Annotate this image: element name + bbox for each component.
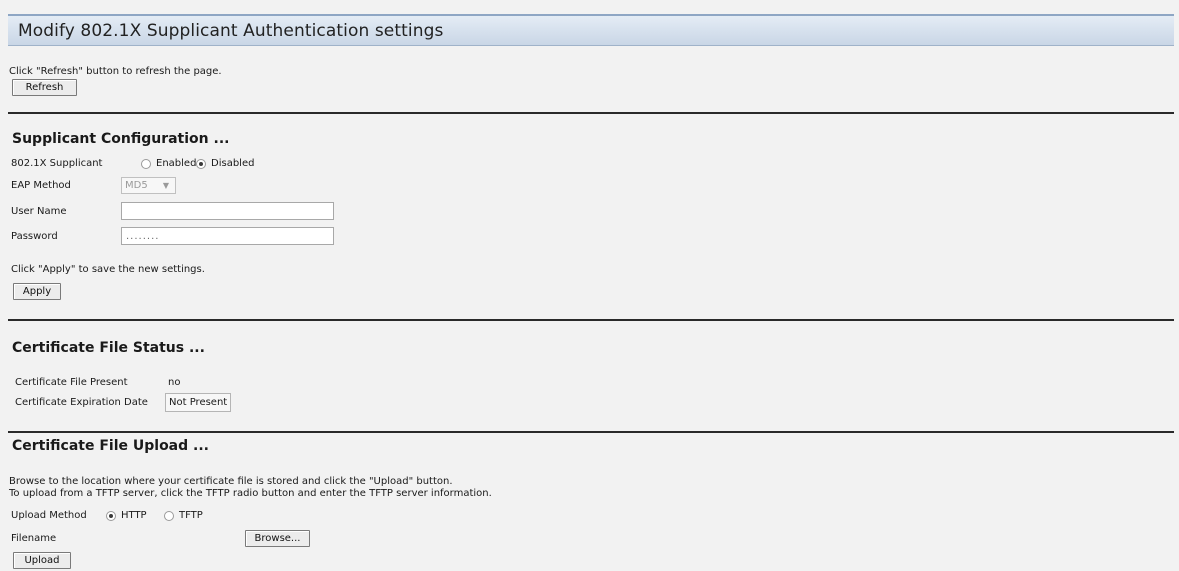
upload-instruction-1: Browse to the location where your certif… <box>9 476 453 487</box>
section-divider <box>8 319 1174 321</box>
eap-method-label: EAP Method <box>11 180 71 191</box>
apply-instruction: Click "Apply" to save the new settings. <box>11 264 205 275</box>
upload-tftp-radio[interactable] <box>164 511 174 521</box>
upload-button[interactable]: Upload <box>13 552 71 569</box>
eap-method-value: MD5 <box>125 180 148 191</box>
supplicant-label: 802.1X Supplicant <box>11 158 103 169</box>
password-input[interactable] <box>121 227 334 245</box>
eap-method-select[interactable]: MD5 ▼ <box>121 177 176 194</box>
user-name-label: User Name <box>11 206 67 217</box>
certificate-upload-heading: Certificate File Upload ... <box>12 438 209 454</box>
supplicant-disabled-label: Disabled <box>211 158 255 169</box>
certificate-expiration-label: Certificate Expiration Date <box>15 397 148 408</box>
chevron-down-icon: ▼ <box>162 181 169 190</box>
certificate-present-value: no <box>168 377 181 388</box>
supplicant-enabled-label: Enabled <box>156 158 197 169</box>
section-divider <box>8 112 1174 114</box>
upload-instruction-2: To upload from a TFTP server, click the … <box>9 488 492 499</box>
page-title: Modify 802.1X Supplicant Authentication … <box>18 21 444 41</box>
browse-button[interactable]: Browse... <box>245 530 310 547</box>
password-label: Password <box>11 231 58 242</box>
page: Modify 802.1X Supplicant Authentication … <box>0 0 1179 571</box>
refresh-instruction: Click "Refresh" button to refresh the pa… <box>9 66 222 77</box>
title-bar: Modify 802.1X Supplicant Authentication … <box>8 14 1174 46</box>
filename-label: Filename <box>11 533 57 544</box>
upload-tftp-label: TFTP <box>179 510 203 521</box>
refresh-button[interactable]: Refresh <box>12 79 77 96</box>
user-name-input[interactable] <box>121 202 334 220</box>
certificate-status-heading: Certificate File Status ... <box>12 340 205 356</box>
upload-http-label: HTTP <box>121 510 147 521</box>
supplicant-config-heading: Supplicant Configuration ... <box>12 131 230 147</box>
certificate-expiration-value: Not Present <box>165 393 232 412</box>
section-divider <box>8 431 1174 433</box>
upload-method-label: Upload Method <box>11 510 87 521</box>
certificate-present-label: Certificate File Present <box>15 377 128 388</box>
apply-button[interactable]: Apply <box>13 283 61 300</box>
supplicant-enabled-radio[interactable] <box>141 159 151 169</box>
upload-http-radio[interactable] <box>106 511 116 521</box>
supplicant-disabled-radio[interactable] <box>196 159 206 169</box>
